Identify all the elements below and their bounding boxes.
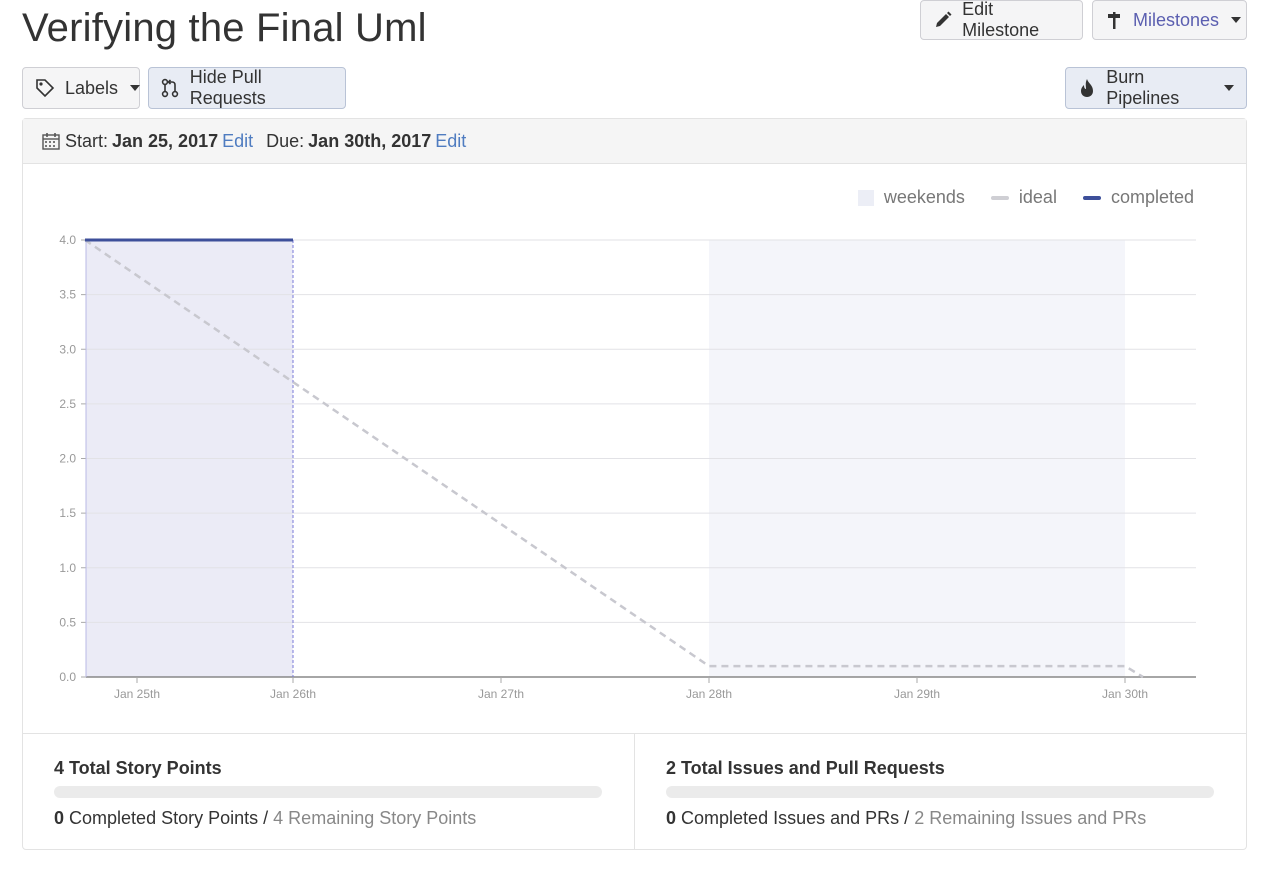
hide-pull-requests-button[interactable]: Hide Pull Requests	[148, 67, 346, 109]
page-title: Verifying the Final Uml	[22, 6, 427, 50]
x-tick-label: Jan 25th	[114, 687, 160, 701]
issues-stat: 2 Total Issues and Pull Requests 0 Compl…	[634, 734, 1246, 850]
y-tick-label: 1.5	[59, 506, 76, 520]
x-tick-label: Jan 30th	[1102, 687, 1148, 701]
labels-label: Labels	[65, 77, 119, 98]
calendar-icon	[41, 131, 61, 151]
y-tick-label: 3.0	[59, 342, 76, 356]
x-tick-label: Jan 27th	[478, 687, 524, 701]
milestones-dropdown[interactable]: Milestones	[1092, 0, 1247, 40]
story-points-stat: 4 Total Story Points 0 Completed Story P…	[23, 734, 634, 850]
due-label: Due:	[266, 130, 305, 151]
flame-icon	[1078, 78, 1096, 98]
y-tick-label: 2.5	[59, 397, 76, 411]
burndown-panel: Start: Jan 25, 2017 Edit Due: Jan 30th, …	[22, 118, 1247, 850]
x-tick-label: Jan 29th	[894, 687, 940, 701]
start-label: Start:	[65, 130, 109, 151]
burn-pipelines-dropdown[interactable]: Burn Pipelines	[1065, 67, 1247, 109]
points-separator: /	[263, 808, 269, 828]
completed-points-count: 0	[54, 808, 65, 828]
milestones-label: Milestones	[1133, 9, 1220, 30]
pull-request-icon	[161, 78, 180, 98]
hide-pull-requests-label: Hide Pull Requests	[189, 67, 266, 108]
y-tick-label: 3.5	[59, 288, 76, 302]
x-tick-label: Jan 28th	[686, 687, 732, 701]
stats-row: 4 Total Story Points 0 Completed Story P…	[23, 733, 1246, 850]
total-story-points: 4 Total Story Points	[54, 758, 222, 778]
edit-milestone-label: Edit Milestone	[962, 0, 1040, 40]
completed-points-text: Completed Story Points	[69, 808, 259, 828]
completed-issues-count: 0	[666, 808, 677, 828]
chevron-down-icon	[130, 85, 141, 91]
total-issues: 2 Total Issues and Pull Requests	[666, 758, 945, 778]
chevron-down-icon	[1231, 17, 1242, 23]
chart-svg: 0.0 0.5 1.0 1.5 2.0 2.5 3.0 3.5 4.0 Jan 25th Jan 2…	[59, 233, 1196, 701]
burndown-chart: weekends ideal completed 0.0 0.5 1.0 1.5 2.0…	[23, 164, 1246, 734]
start-date: Jan 25, 2017	[112, 130, 219, 151]
y-tick-label: 2.0	[59, 452, 76, 466]
edit-due-link[interactable]: Edit	[435, 131, 466, 152]
labels-dropdown[interactable]: Labels	[22, 67, 141, 109]
completed-issues-text: Completed Issues and PRs	[681, 808, 900, 828]
signpost-icon	[1105, 10, 1123, 30]
story-points-summary: 0 Completed Story Points / 4 Remaining S…	[54, 808, 476, 829]
y-tick-label: 1.0	[59, 561, 76, 575]
y-tick-label: 0.5	[59, 615, 76, 629]
issues-summary: 0 Completed Issues and PRs / 2 Remaining…	[666, 808, 1146, 829]
chevron-down-icon	[1224, 85, 1234, 91]
issues-separator: /	[904, 808, 910, 828]
remaining-issues: 2 Remaining Issues and PRs	[914, 808, 1147, 828]
edit-milestone-button[interactable]: Edit Milestone	[920, 0, 1083, 40]
x-tick-label: Jan 26th	[270, 687, 316, 701]
edit-start-link[interactable]: Edit	[222, 131, 253, 152]
burn-pipelines-label: Burn Pipelines	[1106, 67, 1180, 108]
due-date: Jan 30th, 2017	[308, 130, 432, 151]
y-tick-label: 0.0	[59, 670, 76, 684]
y-tick-label: 4.0	[59, 233, 76, 247]
tag-icon	[35, 78, 55, 98]
remaining-points: 4 Remaining Story Points	[273, 808, 477, 828]
story-points-progress	[54, 786, 602, 798]
pencil-icon	[933, 10, 952, 30]
date-range-bar: Start: Jan 25, 2017 Edit Due: Jan 30th, …	[23, 119, 1246, 164]
issues-progress	[666, 786, 1214, 798]
